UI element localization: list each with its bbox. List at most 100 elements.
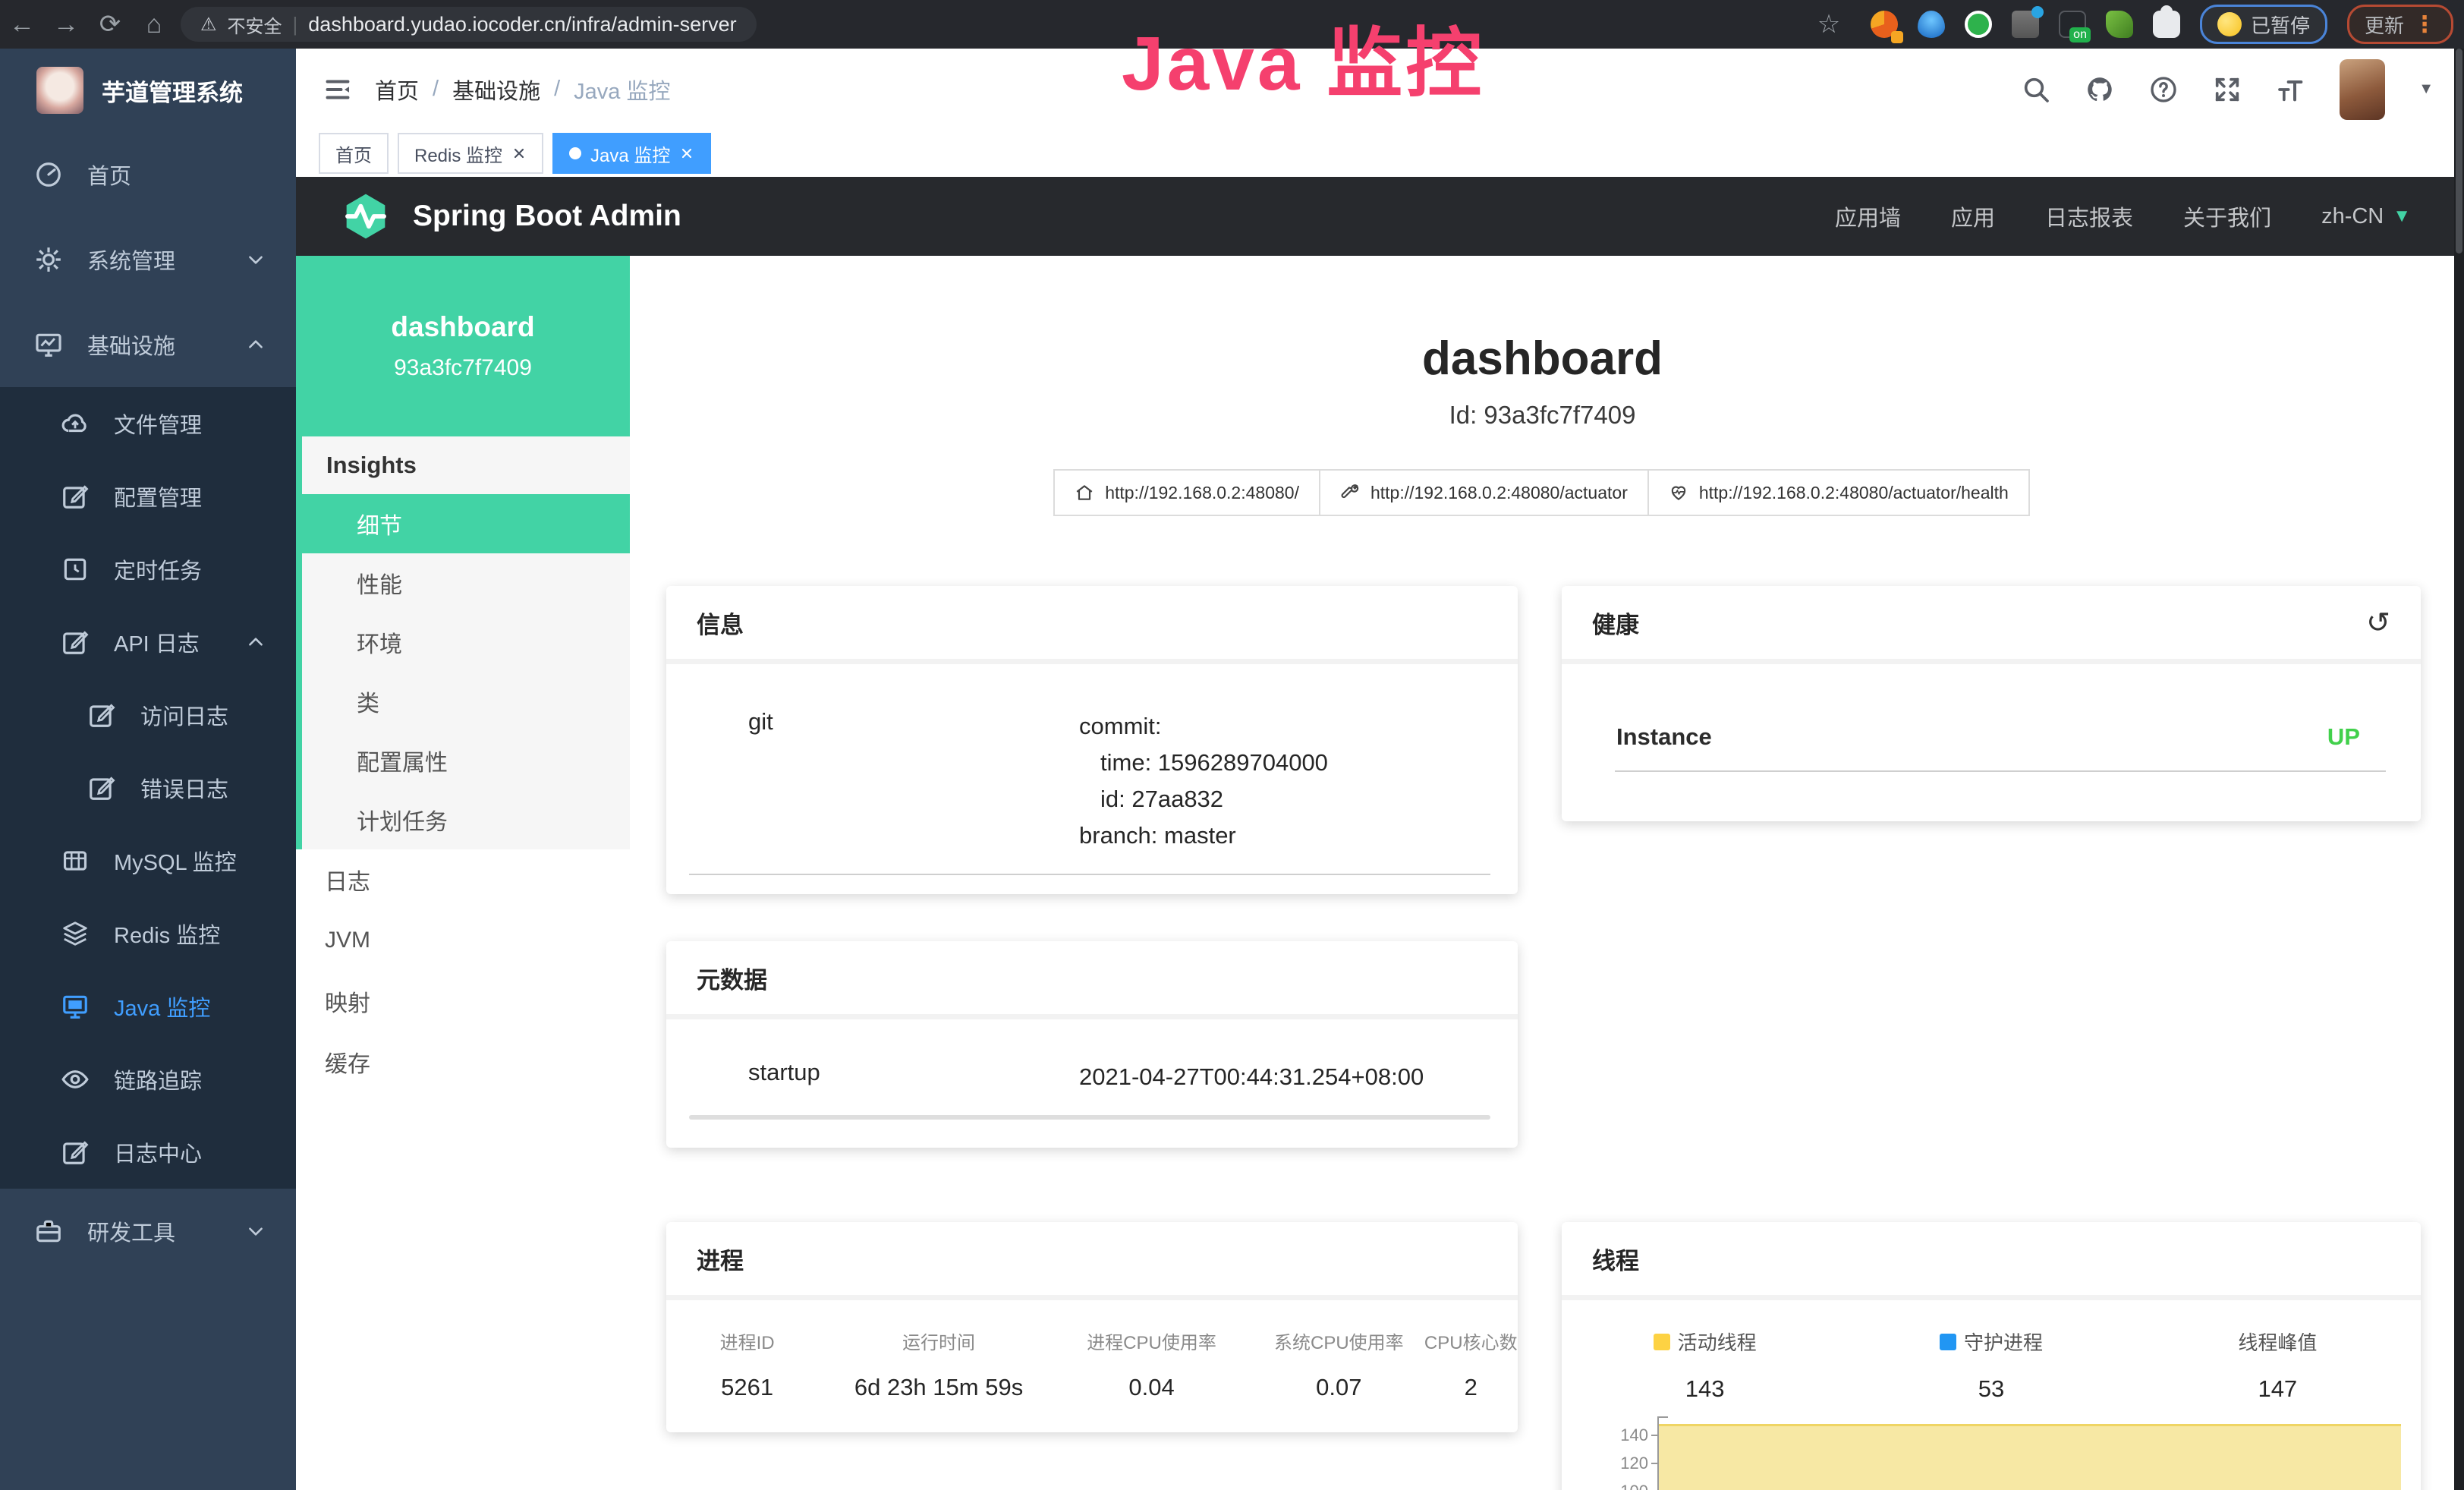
address-bar[interactable]: ⚠ 不安全 | dashboard.yudao.iocoder.cn/infra… bbox=[181, 7, 757, 42]
spring-boot-admin-logo-icon[interactable] bbox=[338, 192, 393, 241]
sidebar-item-log-center[interactable]: 日志中心 bbox=[0, 1116, 296, 1189]
row-scrollbar[interactable] bbox=[689, 1115, 1490, 1120]
sba-nav-journal[interactable]: 日志报表 bbox=[2045, 200, 2133, 232]
pin-extension-icon[interactable] bbox=[1918, 11, 1945, 38]
breadcrumb-home[interactable]: 首页 bbox=[375, 74, 419, 106]
service-url: http://192.168.0.2:48080/ bbox=[1105, 483, 1299, 503]
scrollbar-thumb[interactable] bbox=[2456, 49, 2462, 254]
browser-menu-icon[interactable]: ⋮ bbox=[2413, 11, 2436, 38]
bookmark-star-icon[interactable]: ☆ bbox=[1807, 9, 1851, 39]
extensions-puzzle-icon[interactable] bbox=[2153, 11, 2180, 38]
sidebar-item-home[interactable]: 首页 bbox=[0, 132, 296, 217]
hamburger-icon[interactable] bbox=[322, 76, 354, 103]
tab-label: Java 监控 bbox=[590, 140, 670, 167]
instance-id-line: Id: 93a3fc7f7409 bbox=[630, 401, 2455, 430]
sba-menu-jvm[interactable]: JVM bbox=[296, 910, 630, 971]
grid-extension-icon[interactable] bbox=[2012, 11, 2039, 38]
tab-label: Redis 监控 bbox=[414, 140, 502, 167]
sidebar-item-api-log[interactable]: API 日志 bbox=[0, 606, 296, 679]
browser-back-icon[interactable]: ← bbox=[0, 10, 44, 39]
sidebar-item-scheduled-jobs[interactable]: 定时任务 bbox=[0, 533, 296, 606]
profile-paused-chip[interactable]: 已暂停 bbox=[2200, 5, 2327, 44]
paused-label: 已暂停 bbox=[2251, 11, 2310, 39]
font-size-icon[interactable] bbox=[2276, 74, 2306, 105]
url-text[interactable]: dashboard.yudao.iocoder.cn/infra/admin-s… bbox=[308, 13, 736, 36]
sidebar-item-tracing[interactable]: 链路追踪 bbox=[0, 1043, 296, 1116]
sidebar-item-system[interactable]: 系统管理 bbox=[0, 217, 296, 302]
daemon-threads-value: 53 bbox=[1848, 1375, 2134, 1403]
tab-java-monitor[interactable]: Java 监控 bbox=[552, 133, 711, 174]
health-status-badge: UP bbox=[2327, 723, 2360, 751]
app-logo[interactable]: 芋道管理系统 bbox=[0, 49, 296, 132]
health-instance-row[interactable]: Instance UP bbox=[1562, 664, 2421, 751]
colorzilla-extension-icon[interactable] bbox=[1871, 11, 1898, 38]
service-url-button[interactable]: http://192.168.0.2:48080/ bbox=[1053, 469, 1320, 516]
close-icon[interactable] bbox=[511, 146, 527, 161]
avatar-caret-icon[interactable]: ▼ bbox=[2418, 80, 2434, 98]
sidebar-item-redis-monitor[interactable]: Redis 监控 bbox=[0, 897, 296, 970]
screen-icon bbox=[61, 992, 90, 1021]
sba-menu-details[interactable]: 细节 bbox=[302, 494, 630, 553]
sidebar-item-file-manage[interactable]: 文件管理 bbox=[0, 387, 296, 460]
user-avatar[interactable] bbox=[2340, 59, 2385, 120]
info-git-row: git commit: time: 1596289704000 id: 27aa… bbox=[666, 664, 1518, 854]
sidebar-item-label: 错误日志 bbox=[140, 772, 228, 804]
sba-menu-caches[interactable]: 缓存 bbox=[296, 1032, 630, 1092]
sidebar-item-java-monitor[interactable]: Java 监控 bbox=[0, 970, 296, 1043]
sba-menu-scheduled-tasks[interactable]: 计划任务 bbox=[302, 790, 630, 849]
legend-peak-threads: 线程峰值 bbox=[2135, 1328, 2421, 1356]
extension-badge bbox=[1891, 31, 1903, 43]
sidebar-item-label: 访问日志 bbox=[140, 699, 228, 731]
sidebar-item-access-log[interactable]: 访问日志 bbox=[0, 679, 296, 751]
process-card-title: 进程 bbox=[666, 1222, 1518, 1300]
sba-menu-logging[interactable]: 日志 bbox=[296, 849, 630, 910]
threads-values: 143 53 147 bbox=[1562, 1375, 2421, 1403]
col-header-cpus: CPU核心数 bbox=[1424, 1328, 1518, 1354]
sidebar-item-config-manage[interactable]: 配置管理 bbox=[0, 460, 296, 533]
legend-label: 线程峰值 bbox=[2238, 1328, 2317, 1356]
help-icon[interactable] bbox=[2148, 74, 2179, 105]
blue-swatch-icon bbox=[1940, 1334, 1956, 1350]
insecure-warning-icon[interactable]: ⚠ bbox=[200, 14, 217, 36]
app-title: 芋道管理系统 bbox=[102, 74, 243, 108]
github-icon[interactable] bbox=[2085, 74, 2115, 105]
leaf-extension-icon[interactable] bbox=[2106, 11, 2133, 38]
browser-forward-icon[interactable]: → bbox=[44, 10, 88, 39]
sba-nav-about[interactable]: 关于我们 bbox=[2183, 200, 2271, 232]
browser-reload-icon[interactable]: ⟳ bbox=[88, 9, 132, 39]
sba-nav-wallboard[interactable]: 应用墙 bbox=[1835, 200, 1901, 232]
sba-brand-title[interactable]: Spring Boot Admin bbox=[413, 200, 681, 233]
locale-label: zh-CN bbox=[2321, 204, 2384, 229]
tab-home[interactable]: 首页 bbox=[319, 133, 389, 174]
row-divider bbox=[1615, 770, 2386, 772]
sba-menu-environment[interactable]: 环境 bbox=[302, 613, 630, 672]
sba-locale-select[interactable]: zh-CN ▼ bbox=[2321, 204, 2411, 229]
sidebar-item-label: 系统管理 bbox=[87, 244, 175, 276]
security-label[interactable]: 不安全 bbox=[228, 11, 282, 38]
page-scrollbar[interactable] bbox=[2454, 49, 2464, 1490]
sba-menu-metrics[interactable]: 性能 bbox=[302, 553, 630, 613]
management-url-button[interactable]: http://192.168.0.2:48080/actuator bbox=[1319, 469, 1649, 516]
sidebar-item-error-log[interactable]: 错误日志 bbox=[0, 751, 296, 824]
tab-redis-monitor[interactable]: Redis 监控 bbox=[398, 133, 543, 174]
breadcrumb-infra[interactable]: 基础设施 bbox=[452, 74, 540, 106]
browser-home-icon[interactable]: ⌂ bbox=[132, 10, 176, 39]
sidebar-item-mysql-monitor[interactable]: MySQL 监控 bbox=[0, 824, 296, 897]
sba-menu-mappings[interactable]: 映射 bbox=[296, 971, 630, 1032]
sidebar-item-infra[interactable]: 基础设施 bbox=[0, 302, 296, 387]
browser-update-button[interactable]: 更新 ⋮ bbox=[2347, 5, 2453, 44]
sba-menu-classes[interactable]: 类 bbox=[302, 672, 630, 731]
history-icon[interactable]: ↺ bbox=[2366, 606, 2390, 640]
fullscreen-icon[interactable] bbox=[2212, 74, 2242, 105]
search-icon[interactable] bbox=[2021, 74, 2051, 105]
green-y-extension-icon[interactable] bbox=[1965, 11, 1992, 38]
sidebar-item-dev-tools[interactable]: 研发工具 bbox=[0, 1189, 296, 1274]
sba-nav-applications[interactable]: 应用 bbox=[1951, 200, 1995, 232]
close-icon[interactable] bbox=[679, 146, 694, 161]
cloud-upload-icon bbox=[61, 409, 90, 438]
sba-menu-config-props[interactable]: 配置属性 bbox=[302, 731, 630, 790]
y-tick-140: 140 bbox=[1595, 1425, 1648, 1445]
notes-extension-icon[interactable]: on bbox=[2059, 11, 2086, 38]
health-url-button[interactable]: http://192.168.0.2:48080/actuator/health bbox=[1647, 469, 2030, 516]
instance-header[interactable]: dashboard 93a3fc7f7409 bbox=[296, 256, 630, 436]
